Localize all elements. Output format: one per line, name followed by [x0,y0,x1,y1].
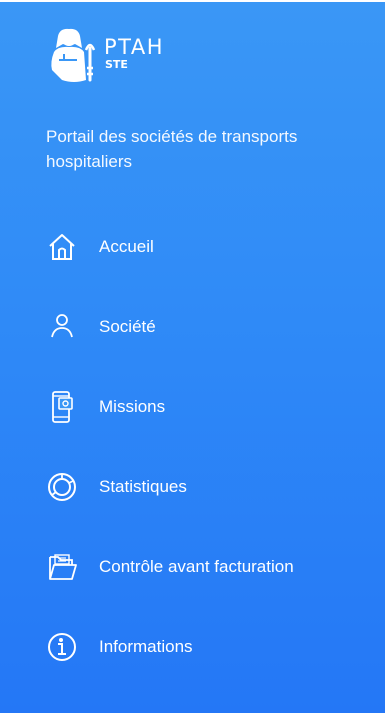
home-icon [44,229,80,265]
donut-chart-icon [44,469,80,505]
nav-label-informations: Informations [99,637,193,656]
nav-item-controle-avant-facturation[interactable]: Contrôle avant facturation [44,542,374,592]
brand-logo[interactable]: PTAH STE [44,26,164,88]
portal-tagline: Portail des sociétés de transports hospi… [46,127,298,171]
nav-label-accueil: Accueil [99,237,154,256]
nav-item-missions[interactable]: Missions [44,382,374,432]
nav-item-informations[interactable]: Informations [44,622,374,672]
sidebar: PTAH STE Portail des sociétés de transpo… [0,0,385,715]
nav-item-accueil[interactable]: Accueil [44,222,374,272]
nav-label-societe: Société [99,317,156,336]
nav-label-statistiques: Statistiques [99,477,187,496]
pharaoh-logo-icon [51,28,96,82]
user-icon [44,309,80,345]
info-icon [44,629,80,665]
nav-label-missions: Missions [99,397,166,416]
brand-title: PTAH [104,35,165,59]
mobile-phone-icon [44,389,80,425]
brand-subtitle: STE [105,58,128,71]
nav-item-statistiques[interactable]: Statistiques [44,462,374,512]
nav-label-controle-avant-facturation: Contrôle avant facturation [99,557,294,576]
folder-icon [44,549,80,585]
nav-item-societe[interactable]: Société [44,302,374,352]
